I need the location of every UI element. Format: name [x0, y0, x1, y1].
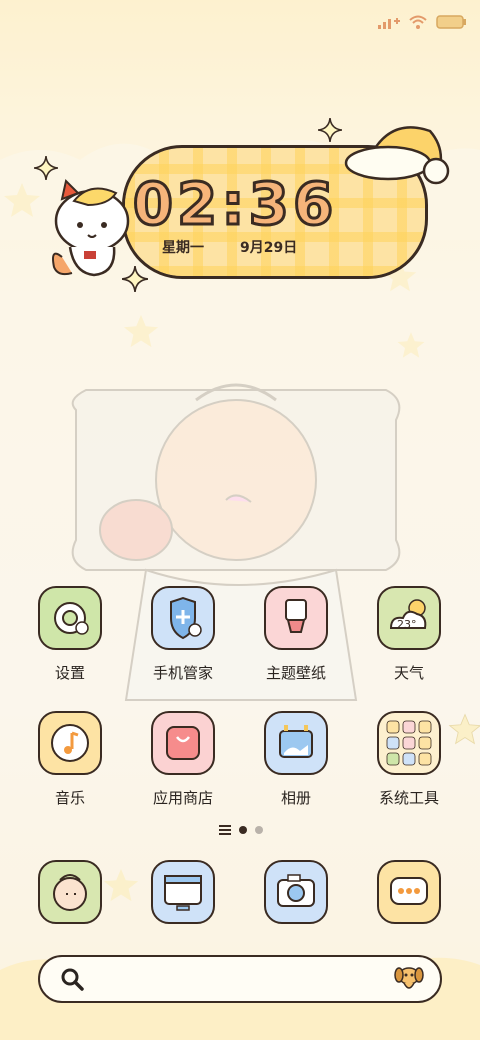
browser-icon — [151, 860, 215, 924]
app-label: 应用商店 — [152, 789, 213, 807]
weather-icon: 23° — [377, 586, 441, 650]
app-settings[interactable]: 设置 — [20, 586, 120, 683]
gallery-icon — [264, 711, 328, 775]
app-theme-wallpaper[interactable]: 主题壁纸 — [246, 586, 346, 683]
dock-browser[interactable] — [133, 860, 233, 924]
app-weather[interactable]: 23° 天气 — [359, 586, 459, 683]
app-gallery[interactable]: 相册 — [246, 711, 346, 808]
star-decoration — [4, 183, 40, 217]
app-label: 音乐 — [54, 789, 85, 807]
signal-icon — [378, 18, 400, 29]
settings-icon — [38, 586, 102, 650]
app-label: 手机管家 — [152, 664, 213, 682]
wifi-icon — [409, 15, 427, 29]
page-dot-active — [239, 826, 247, 834]
clock-weekday: 星期一 — [162, 240, 204, 256]
clock-date: 9月29日 — [240, 240, 298, 256]
app-music[interactable]: 音乐 — [20, 711, 120, 808]
dog-mascot-icon — [394, 967, 424, 989]
search-icon — [61, 968, 84, 991]
app-label: 设置 — [54, 664, 85, 682]
weather-temp: 23° — [397, 618, 417, 631]
dock-contacts[interactable] — [20, 860, 120, 924]
star-decoration — [123, 314, 159, 348]
clock-widget[interactable]: 02:36 星期一 9月29日 — [44, 126, 450, 285]
app-app-store[interactable]: 应用商店 — [133, 711, 233, 808]
app-label: 系统工具 — [378, 789, 439, 807]
dock-messages[interactable] — [359, 860, 459, 924]
app-store-icon — [151, 711, 215, 775]
page-indicator[interactable] — [219, 825, 263, 835]
app-system-tools-folder[interactable]: 系统工具 — [359, 711, 459, 808]
search-bar[interactable] — [38, 955, 442, 1003]
battery-icon — [436, 15, 466, 29]
app-phone-manager[interactable]: 手机管家 — [133, 586, 233, 683]
app-label: 主题壁纸 — [265, 664, 326, 682]
phone-manager-icon — [151, 586, 215, 650]
status-bar — [378, 10, 466, 34]
system-tools-folder-icon — [377, 711, 441, 775]
hat-decoration — [344, 126, 450, 185]
app-label: 相册 — [280, 789, 311, 807]
clock-time: 02:36 — [131, 169, 338, 240]
dock-camera[interactable] — [246, 860, 346, 924]
contacts-icon — [38, 860, 102, 924]
music-icon — [38, 711, 102, 775]
app-label: 天气 — [393, 664, 424, 682]
theme-wallpaper-icon — [264, 586, 328, 650]
messages-icon — [377, 860, 441, 924]
cat-mascot-icon — [52, 179, 130, 277]
page-list-icon — [219, 825, 231, 835]
camera-icon — [264, 860, 328, 924]
star-decoration — [397, 332, 425, 358]
page-dot — [255, 826, 263, 834]
